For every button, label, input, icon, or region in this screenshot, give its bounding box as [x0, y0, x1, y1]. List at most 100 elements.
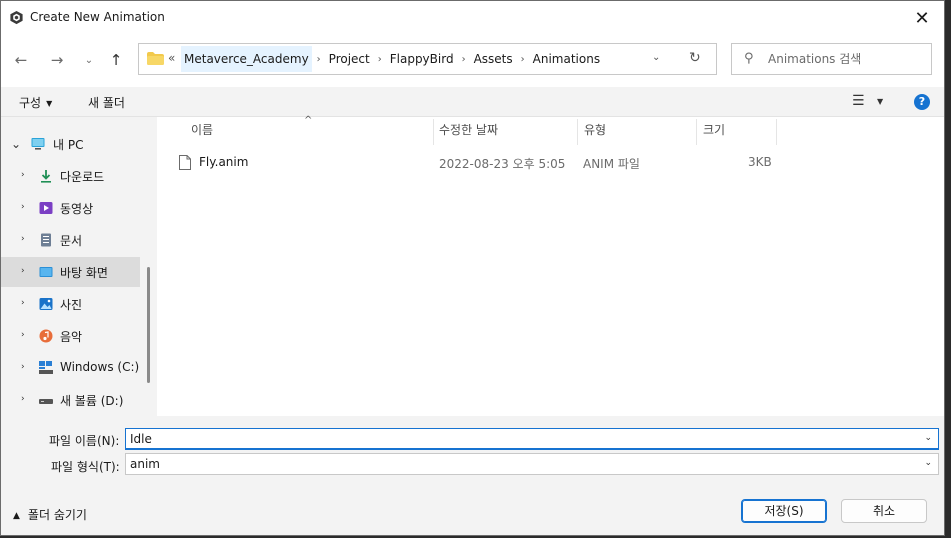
search-input[interactable] — [768, 48, 926, 70]
sidebar-item-label: 음악 — [60, 330, 83, 344]
chevron-right-icon[interactable]: › — [373, 54, 387, 65]
folder-icon — [147, 52, 164, 65]
close-button[interactable]: ✕ — [900, 1, 944, 35]
breadcrumb-item[interactable]: Assets — [471, 46, 516, 72]
column-header-label: 수정한 날짜 — [439, 123, 499, 137]
search-icon: ⚲ — [744, 51, 754, 66]
column-header-modified[interactable]: 수정한 날짜 — [439, 121, 498, 145]
sidebar-item-label: 새 볼륨 (D:) — [60, 394, 124, 408]
up-button[interactable]: ↑ — [104, 48, 128, 72]
arrow-right-icon: → — [50, 51, 64, 69]
organize-button[interactable]: 구성 ▼ — [19, 94, 52, 111]
file-icon — [179, 155, 191, 170]
breadcrumb-item[interactable]: Metaverce_Academy — [181, 46, 312, 72]
caret-down-icon: ▼ — [46, 99, 53, 108]
file-name: Fly.anim — [199, 155, 249, 169]
column-header-name[interactable]: 이름 — [191, 121, 213, 145]
filetype-label: 파일 형식(T): — [51, 460, 120, 474]
breadcrumb: Metaverce_Academy › Project › FlappyBird… — [181, 44, 603, 74]
chevron-right-icon[interactable]: › — [21, 202, 25, 212]
new-folder-button[interactable]: 새 폴더 — [88, 94, 125, 111]
navigation-bar: ← → ⌄ ↑ « Metaverce_Academy › Project › … — [1, 35, 944, 85]
save-form: 파일 이름(N): ⌄ 파일 형식(T): anim ⌄ ▲ 폴더 숨기기 저장(… — [1, 416, 944, 535]
window-title: Create New Animation — [30, 10, 165, 24]
column-divider[interactable] — [433, 119, 434, 145]
sidebar-item-music[interactable]: › 음악 — [1, 321, 140, 351]
chevron-right-icon[interactable]: › — [21, 298, 25, 308]
view-list-icon[interactable]: ☰ — [852, 93, 865, 109]
file-type: ANIM 파일 — [583, 157, 640, 171]
help-icon[interactable]: ? — [914, 94, 930, 110]
chevron-down-icon[interactable]: ⌄ — [11, 137, 21, 151]
file-row[interactable]: Fly.anim 2022-08-23 오후 5:05 ANIM 파일 3KB — [173, 149, 773, 175]
column-divider[interactable] — [776, 119, 777, 145]
drive-icon — [39, 399, 53, 404]
file-list: 이름 ^ 수정한 날짜 유형 크기 Fly.anim 2022-08-23 오후… — [157, 115, 944, 416]
navigation-pane: ⌄ 내 PC › 다운로드 › 동영상 › 문서 › 바탕 화면 › 사진 › … — [1, 117, 157, 416]
chevron-down-icon: ⌄ — [84, 54, 94, 66]
file-modified: 2022-08-23 오후 5:05 — [439, 157, 566, 171]
column-header-type[interactable]: 유형 — [584, 121, 606, 145]
sort-ascending-icon: ^ — [304, 115, 313, 126]
forward-button[interactable]: → — [45, 48, 69, 72]
address-bar[interactable]: « Metaverce_Academy › Project › FlappyBi… — [138, 43, 717, 75]
back-button[interactable]: ← — [9, 48, 33, 72]
chevron-right-icon[interactable]: › — [21, 362, 25, 372]
chevron-right-icon[interactable]: › — [21, 266, 25, 276]
sidebar-scrollbar[interactable] — [147, 267, 150, 383]
breadcrumb-item[interactable]: Project — [326, 46, 373, 72]
title-bar: Create New Animation ✕ — [1, 1, 944, 35]
caret-up-icon: ▲ — [13, 511, 20, 521]
sidebar-item-documents[interactable]: › 문서 — [1, 225, 140, 255]
chevron-right-icon[interactable]: › — [457, 54, 471, 65]
recent-locations-button[interactable]: ⌄ — [77, 48, 101, 72]
refresh-icon[interactable]: ↻ — [689, 50, 701, 66]
document-icon — [41, 233, 51, 247]
breadcrumb-item[interactable]: FlappyBird — [387, 46, 457, 72]
sidebar-item-downloads[interactable]: › 다운로드 — [1, 161, 140, 191]
music-icon — [39, 329, 53, 343]
column-header-label: 크기 — [703, 123, 726, 137]
hide-folders-button[interactable]: ▲ 폴더 숨기기 — [13, 506, 87, 523]
sidebar-item-drive-c[interactable]: › Windows (C:) — [1, 353, 140, 383]
chevron-right-icon[interactable]: › — [516, 54, 530, 65]
filename-label: 파일 이름(N): — [49, 434, 120, 448]
chevron-right-icon[interactable]: › — [21, 330, 25, 340]
address-dropdown-icon[interactable]: ⌄ — [652, 52, 660, 63]
filename-field[interactable]: ⌄ — [125, 428, 939, 450]
filename-input[interactable] — [130, 431, 910, 447]
more-locations-icon[interactable]: « — [168, 51, 175, 65]
sidebar-item-label: 다운로드 — [60, 170, 105, 184]
chevron-right-icon[interactable]: › — [21, 394, 25, 404]
download-icon — [41, 170, 51, 183]
sidebar-item-this-pc[interactable]: ⌄ 내 PC — [1, 129, 140, 159]
desktop-icon — [39, 267, 53, 277]
column-divider[interactable] — [577, 119, 578, 145]
chevron-right-icon[interactable]: › — [21, 170, 25, 180]
save-button[interactable]: 저장(S) — [741, 499, 827, 523]
sidebar-item-label: 문서 — [60, 234, 83, 248]
chevron-right-icon[interactable]: › — [21, 234, 25, 244]
caret-down-icon[interactable]: ▼ — [877, 97, 883, 106]
column-header-size[interactable]: 크기 — [703, 121, 725, 145]
sidebar-item-label: 동영상 — [60, 202, 94, 216]
filetype-select[interactable]: anim ⌄ — [125, 453, 939, 475]
column-header-label: 이름 — [191, 123, 214, 137]
chevron-right-icon[interactable]: › — [312, 54, 326, 65]
organize-label: 구성 — [19, 96, 42, 110]
sidebar-item-pictures[interactable]: › 사진 — [1, 289, 140, 319]
sidebar-item-desktop[interactable]: › 바탕 화면 — [1, 257, 140, 287]
chevron-down-icon[interactable]: ⌄ — [924, 433, 932, 443]
cancel-button[interactable]: 취소 — [841, 499, 927, 523]
search-box[interactable]: ⚲ — [731, 43, 932, 75]
sidebar-item-drive-d[interactable]: › 새 볼륨 (D:) — [1, 385, 140, 415]
column-divider[interactable] — [696, 119, 697, 145]
create-animation-dialog: Create New Animation ✕ ← → ⌄ ↑ « Metaver… — [0, 0, 945, 536]
sidebar-item-label: Windows (C:) — [60, 360, 140, 374]
video-icon — [39, 202, 53, 214]
arrow-up-icon: ↑ — [109, 51, 123, 69]
chevron-down-icon: ⌄ — [924, 458, 932, 468]
file-size: 3KB — [748, 155, 772, 169]
breadcrumb-item[interactable]: Animations — [530, 46, 603, 72]
sidebar-item-videos[interactable]: › 동영상 — [1, 193, 140, 223]
